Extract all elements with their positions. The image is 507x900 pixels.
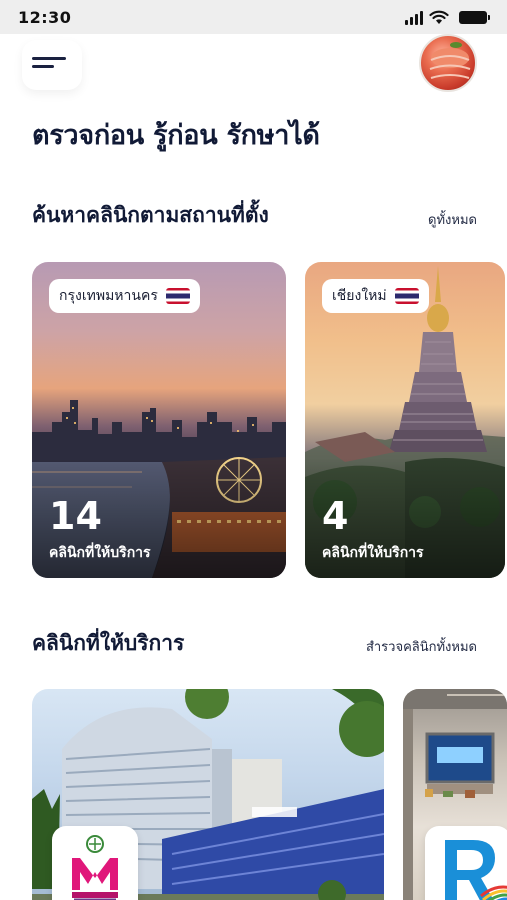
page-headline: ตรวจก่อน รู้ก่อน รักษาได้ [32, 120, 320, 151]
clinic-card-msm[interactable] [32, 689, 384, 900]
clinic-count-caption: คลินิกที่ให้บริการ [49, 545, 151, 561]
menu-button[interactable] [22, 40, 82, 90]
thailand-flag-icon [165, 288, 190, 304]
city-card-chiang-mai[interactable]: เชียงใหม่ 4 คลินิกที่ให้บริการ [305, 262, 505, 578]
wifi-icon [429, 10, 449, 24]
clinic-count: 14 [49, 494, 102, 538]
city-card-bangkok[interactable]: กรุงเทพมหานคร 14 คลินิกที่ให้บริการ [32, 262, 286, 578]
explore-all-clinics-link[interactable]: สำรวจคลินิกทั้งหมด [366, 636, 477, 657]
user-avatar[interactable] [419, 34, 477, 92]
clinic-count: 4 [322, 494, 349, 538]
avatar-image [429, 42, 471, 79]
location-section-title: ค้นหาคลินิกตามสถานที่ตั้ง [32, 203, 269, 227]
city-chip-chiang-mai: เชียงใหม่ [322, 279, 429, 313]
msm-logo [52, 826, 138, 900]
city-name: เชียงใหม่ [332, 288, 387, 304]
city-name: กรุงเทพมหานคร [59, 288, 158, 304]
r-logo [425, 826, 507, 900]
thailand-flag-icon [394, 288, 419, 304]
signal-icon [405, 10, 423, 25]
battery-icon [459, 11, 490, 24]
view-all-locations-link[interactable]: ดูทั้งหมด [428, 209, 477, 230]
clinic-count-caption: คลินิกที่ให้บริการ [322, 545, 424, 561]
clinic-card-prep[interactable] [403, 689, 507, 900]
clinics-section-title: คลินิกที่ให้บริการ [32, 631, 185, 655]
city-chip-bangkok: กรุงเทพมหานคร [49, 279, 200, 313]
status-time: 12:30 [18, 8, 72, 27]
status-icons [405, 10, 490, 25]
status-bar: 12:30 [0, 0, 507, 34]
